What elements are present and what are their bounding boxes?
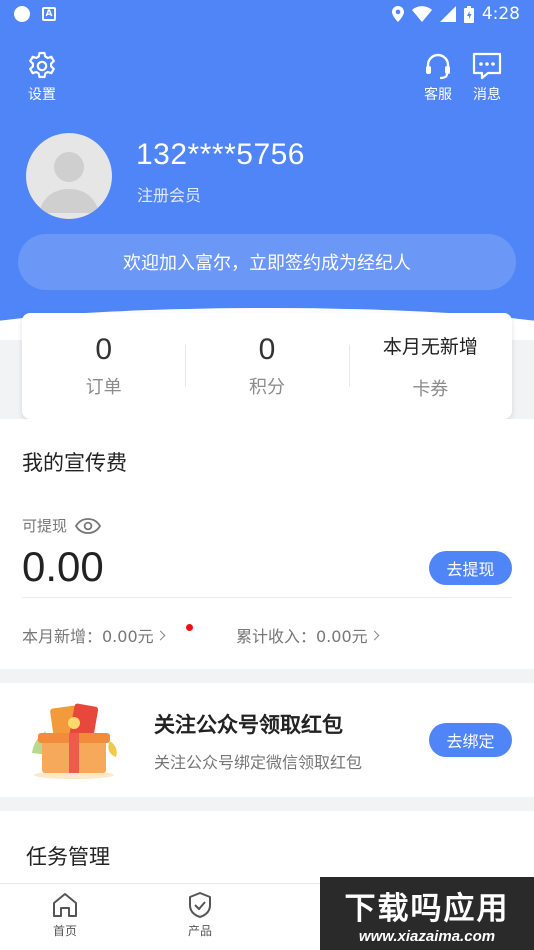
settings-label: 设置 [28, 87, 56, 103]
sign-agent-banner[interactable]: 欢迎加入富尔，立即签约成为经纪人 [18, 234, 516, 290]
phone-number: 132****5756 [136, 138, 305, 171]
points-count: 0 [258, 333, 276, 366]
home-icon [53, 893, 77, 917]
stats-card: 0 订单 0 积分 本月无新增 卡券 [22, 313, 512, 419]
chevron-right-icon [369, 630, 380, 640]
customer-service-button[interactable]: 客服 [422, 50, 454, 104]
orders-count: 0 [95, 333, 112, 366]
battery-icon [463, 5, 474, 23]
service-label: 客服 [424, 87, 452, 103]
withdrawable-row: 可提现 [22, 515, 102, 536]
section-title: 我的宣传费 [22, 451, 127, 475]
clock: 4:28 [481, 4, 520, 24]
messages-button[interactable]: 消息 [471, 50, 503, 104]
profile-header: 设置 客服 消息 132****5756 注册会员 欢迎加入富尔，立即签约成为经… [0, 28, 534, 340]
task-management-title: 任务管理 [26, 845, 110, 869]
total-income-text: 累计收入：0.00元 [236, 627, 368, 646]
withdraw-button[interactable]: 去提现 [429, 551, 512, 585]
month-added-link[interactable]: 本月新增：0.00元 [22, 623, 166, 647]
signal-icon [439, 6, 456, 22]
settings-button[interactable]: 设置 [26, 50, 58, 104]
tab-home[interactable]: 首页 [50, 890, 80, 939]
red-envelope-gift-icon [32, 703, 117, 779]
member-status: 注册会员 [137, 186, 202, 205]
new-badge-dot [186, 624, 193, 631]
orders-stat[interactable]: 0 订单 [22, 313, 185, 419]
wechat-promo-section: 关注公众号领取红包 关注公众号绑定微信领取红包 去绑定 [0, 683, 534, 797]
withdrawable-label: 可提现 [22, 517, 68, 535]
coupons-stat[interactable]: 本月无新增 卡券 [348, 313, 512, 419]
coupons-status: 本月无新增 [382, 336, 478, 358]
wifi-icon [411, 6, 432, 22]
a-notification-icon: A [42, 7, 56, 21]
total-income-link[interactable]: 累计收入：0.00元 [236, 623, 380, 647]
coupons-label: 卡券 [412, 378, 449, 400]
withdrawable-amount: 0.00 [22, 543, 104, 590]
watermark-title: 下载吗应用 [344, 890, 510, 927]
divider [22, 597, 512, 598]
promo-subtitle: 关注公众号绑定微信领取红包 [154, 753, 363, 772]
chevron-right-icon [155, 630, 166, 640]
app-notification-icon [14, 6, 30, 22]
messages-label: 消息 [473, 87, 501, 103]
month-added-text: 本月新增：0.00元 [22, 627, 154, 646]
orders-label: 订单 [85, 377, 122, 398]
promotion-fee-section: 我的宣传费 可提现 0.00 去提现 本月新增：0.00元 累计收入：0.00元 [0, 419, 534, 669]
watermark-url: www.xiazaima.com [358, 927, 496, 945]
location-icon [391, 6, 404, 22]
headset-icon [426, 53, 450, 80]
bind-button[interactable]: 去绑定 [429, 723, 512, 757]
tab-products[interactable]: 产品 [185, 890, 215, 939]
eye-icon[interactable] [75, 517, 102, 534]
shield-check-icon [189, 892, 211, 918]
message-icon [472, 52, 502, 80]
promo-title: 关注公众号领取红包 [154, 713, 343, 737]
avatar[interactable] [26, 133, 112, 219]
points-stat[interactable]: 0 积分 [185, 313, 348, 419]
task-management-section: 任务管理 [0, 811, 534, 883]
points-label: 积分 [248, 377, 285, 398]
status-bar: A 4:28 [0, 0, 534, 28]
user-icon [39, 152, 99, 213]
tab-home-label: 首页 [52, 924, 77, 938]
gear-icon [29, 51, 55, 79]
tab-products-label: 产品 [187, 924, 212, 938]
download-site-watermark: 下载吗应用 www.xiazaima.com [320, 877, 534, 950]
